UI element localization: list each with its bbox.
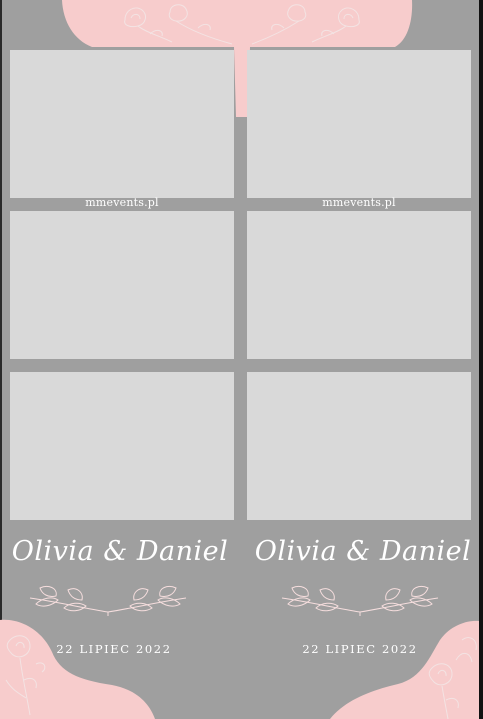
photo-slot-4[interactable] <box>247 211 471 359</box>
photo-slot-6[interactable] <box>247 372 471 520</box>
event-date-right: 22 LIPIEC 2022 <box>302 642 418 656</box>
photo-slot-5[interactable] <box>10 372 234 520</box>
right-edge <box>479 0 483 719</box>
laurel-branch-icon <box>29 585 187 616</box>
photo-slot-2[interactable] <box>247 50 471 198</box>
photo-slot-1[interactable] <box>10 50 234 198</box>
couple-names-left: Olivia & Daniel <box>11 536 229 567</box>
left-edge <box>0 0 2 719</box>
photo-strip-template: mmevents.pl mmevents.pl Olivia & Daniel … <box>0 0 483 719</box>
event-date-left: 22 LIPIEC 2022 <box>56 642 172 656</box>
watermark-right: mmevents.pl <box>322 196 396 209</box>
laurel-branch-icon <box>281 585 439 616</box>
photo-slot-3[interactable] <box>10 211 234 359</box>
watermark-left: mmevents.pl <box>85 196 159 209</box>
couple-names-right: Olivia & Daniel <box>254 536 472 567</box>
